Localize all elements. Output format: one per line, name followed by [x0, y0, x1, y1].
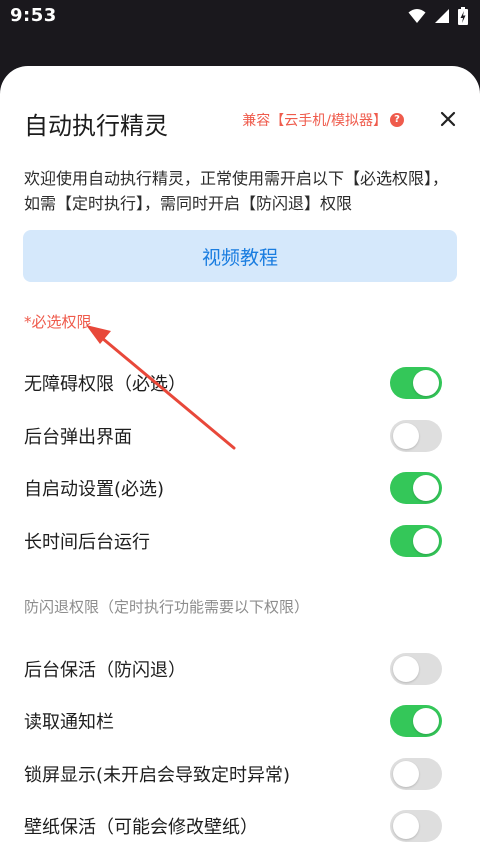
toggle-knob	[393, 656, 419, 682]
permission-label: 后台保活（防闪退）	[24, 660, 186, 681]
permission-label: 自启动设置(必选)	[24, 479, 165, 500]
permission-label: 锁屏显示(未开启会导致定时异常)	[24, 765, 291, 786]
toggle-knob	[413, 370, 439, 396]
status-time: 9:53	[10, 5, 57, 26]
video-tutorial-button[interactable]: 视频教程	[23, 230, 457, 282]
toggle-switch[interactable]	[390, 472, 442, 504]
permission-row-wallpaper: 壁纸保活（可能会修改壁纸）	[24, 808, 442, 844]
permission-row-background-popup: 后台弹出界面	[24, 418, 442, 454]
compat-link-label: 兼容【云手机/模拟器】	[242, 113, 387, 129]
permission-label: 读取通知栏	[24, 712, 114, 733]
required-section-title: *必选权限	[24, 313, 92, 331]
sheet-title: 自动执行精灵	[24, 112, 168, 140]
toggle-knob	[413, 708, 439, 734]
toggle-switch[interactable]	[390, 367, 442, 399]
permission-row-accessibility: 无障碍权限（必选）	[24, 365, 442, 401]
toggle-knob	[393, 423, 419, 449]
toggle-switch[interactable]	[390, 705, 442, 737]
permission-row-keep-alive: 后台保活（防闪退）	[24, 651, 442, 687]
toggle-knob	[413, 475, 439, 501]
permission-label: 长时间后台运行	[24, 532, 150, 553]
intro-text: 欢迎使用自动执行精灵，正常使用需开启以下【必选权限】，如需【定时执行】，需同时开…	[24, 169, 449, 213]
toggle-knob	[393, 813, 419, 839]
close-icon[interactable]	[438, 109, 458, 129]
battery-charging-icon	[458, 7, 468, 25]
permission-row-autostart: 自启动设置(必选)	[24, 470, 442, 506]
permission-label: 无障碍权限（必选）	[24, 374, 186, 395]
wifi-icon	[408, 8, 426, 24]
toggle-knob	[393, 761, 419, 787]
status-bar: 9:53	[0, 0, 480, 34]
signal-icon	[434, 8, 450, 24]
permission-label: 壁纸保活（可能会修改壁纸）	[24, 817, 258, 838]
compat-link[interactable]: 兼容【云手机/模拟器】 ?	[242, 110, 404, 130]
toggle-switch[interactable]	[390, 810, 442, 842]
toggle-switch[interactable]	[390, 420, 442, 452]
toggle-switch[interactable]	[390, 653, 442, 685]
toggle-switch[interactable]	[390, 758, 442, 790]
permission-row-read-notifications: 读取通知栏	[24, 703, 442, 739]
anti-crash-section-title: 防闪退权限（定时执行功能需要以下权限）	[24, 598, 310, 616]
toggle-knob	[413, 528, 439, 554]
permission-label: 后台弹出界面	[24, 427, 132, 448]
permission-row-long-background: 长时间后台运行	[24, 523, 442, 559]
status-icons	[408, 7, 468, 25]
help-icon[interactable]: ?	[390, 113, 404, 127]
permission-row-lockscreen: 锁屏显示(未开启会导致定时异常)	[24, 756, 442, 792]
permission-sheet: 自动执行精灵 兼容【云手机/模拟器】 ? 欢迎使用自动执行精灵，正常使用需开启以…	[0, 66, 480, 866]
toggle-switch[interactable]	[390, 525, 442, 557]
